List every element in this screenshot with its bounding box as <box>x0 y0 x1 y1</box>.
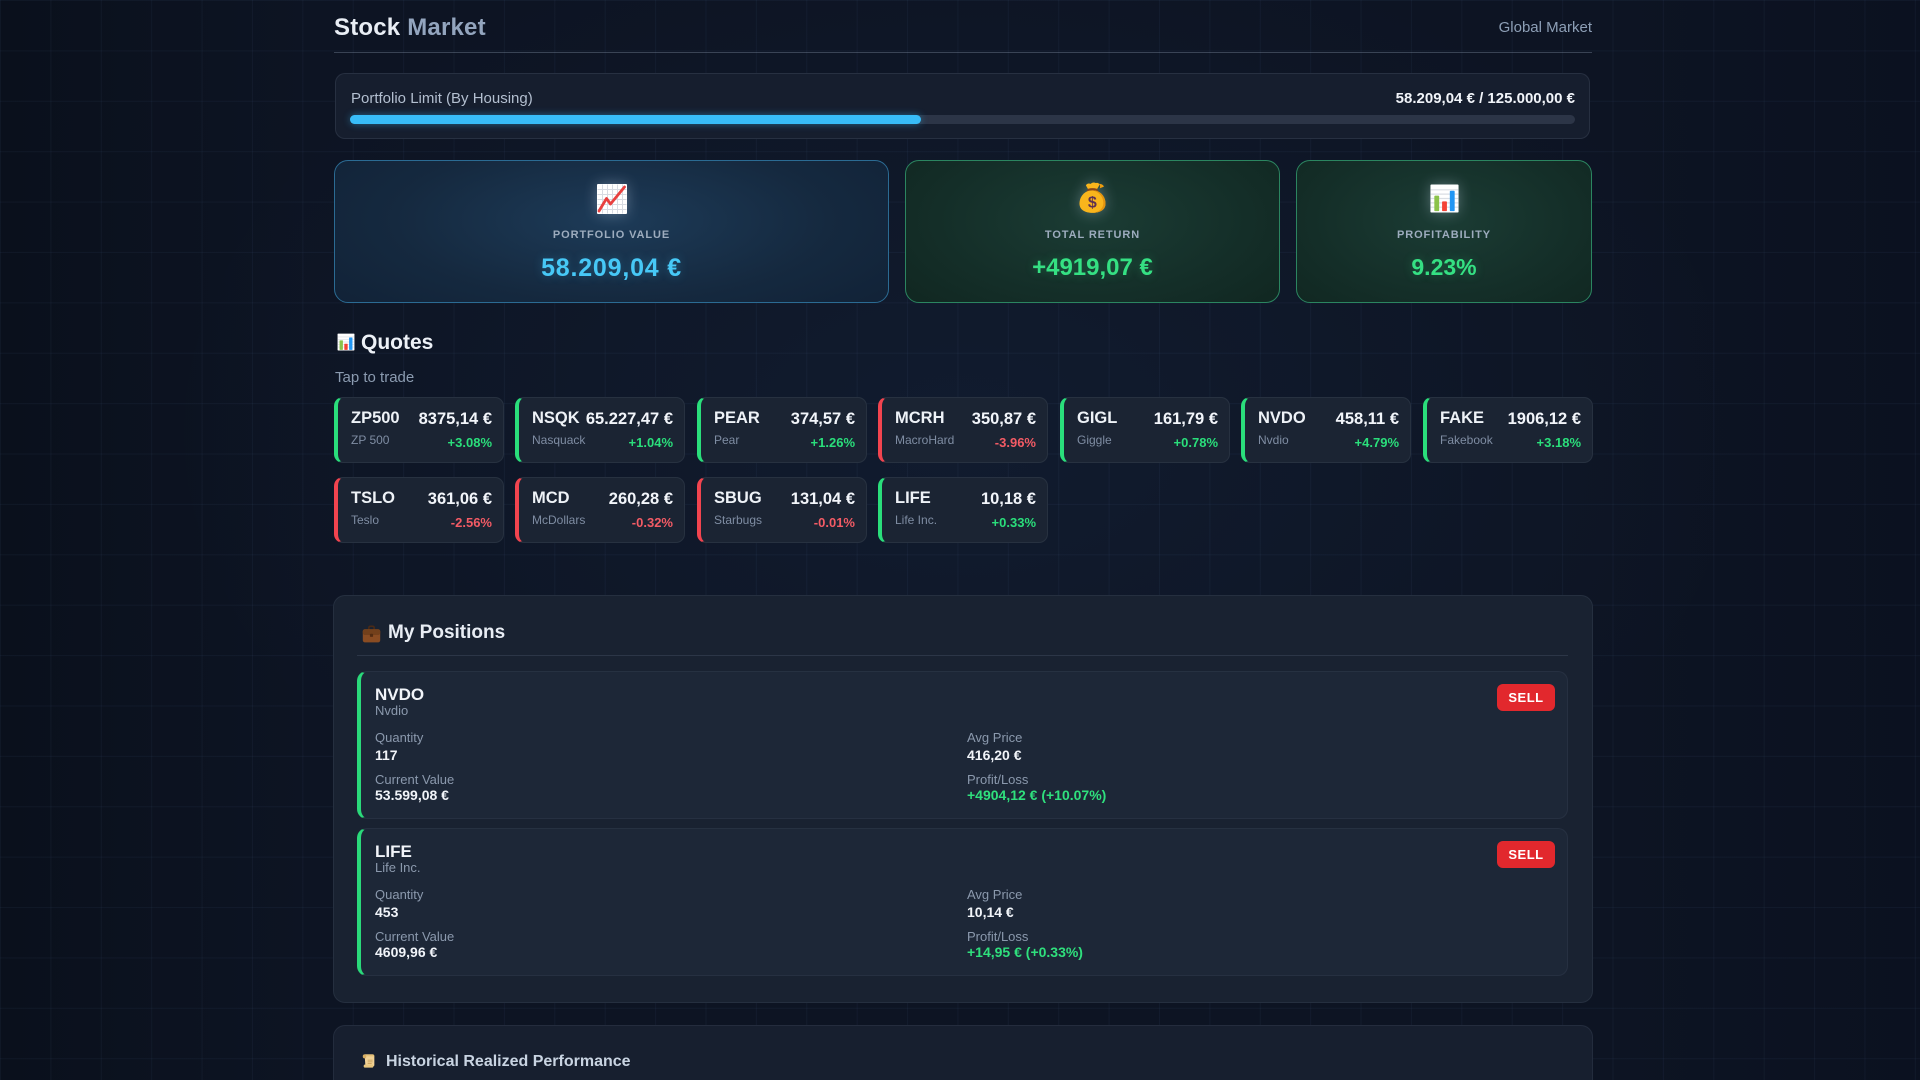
svg-text:$: $ <box>1088 194 1097 212</box>
